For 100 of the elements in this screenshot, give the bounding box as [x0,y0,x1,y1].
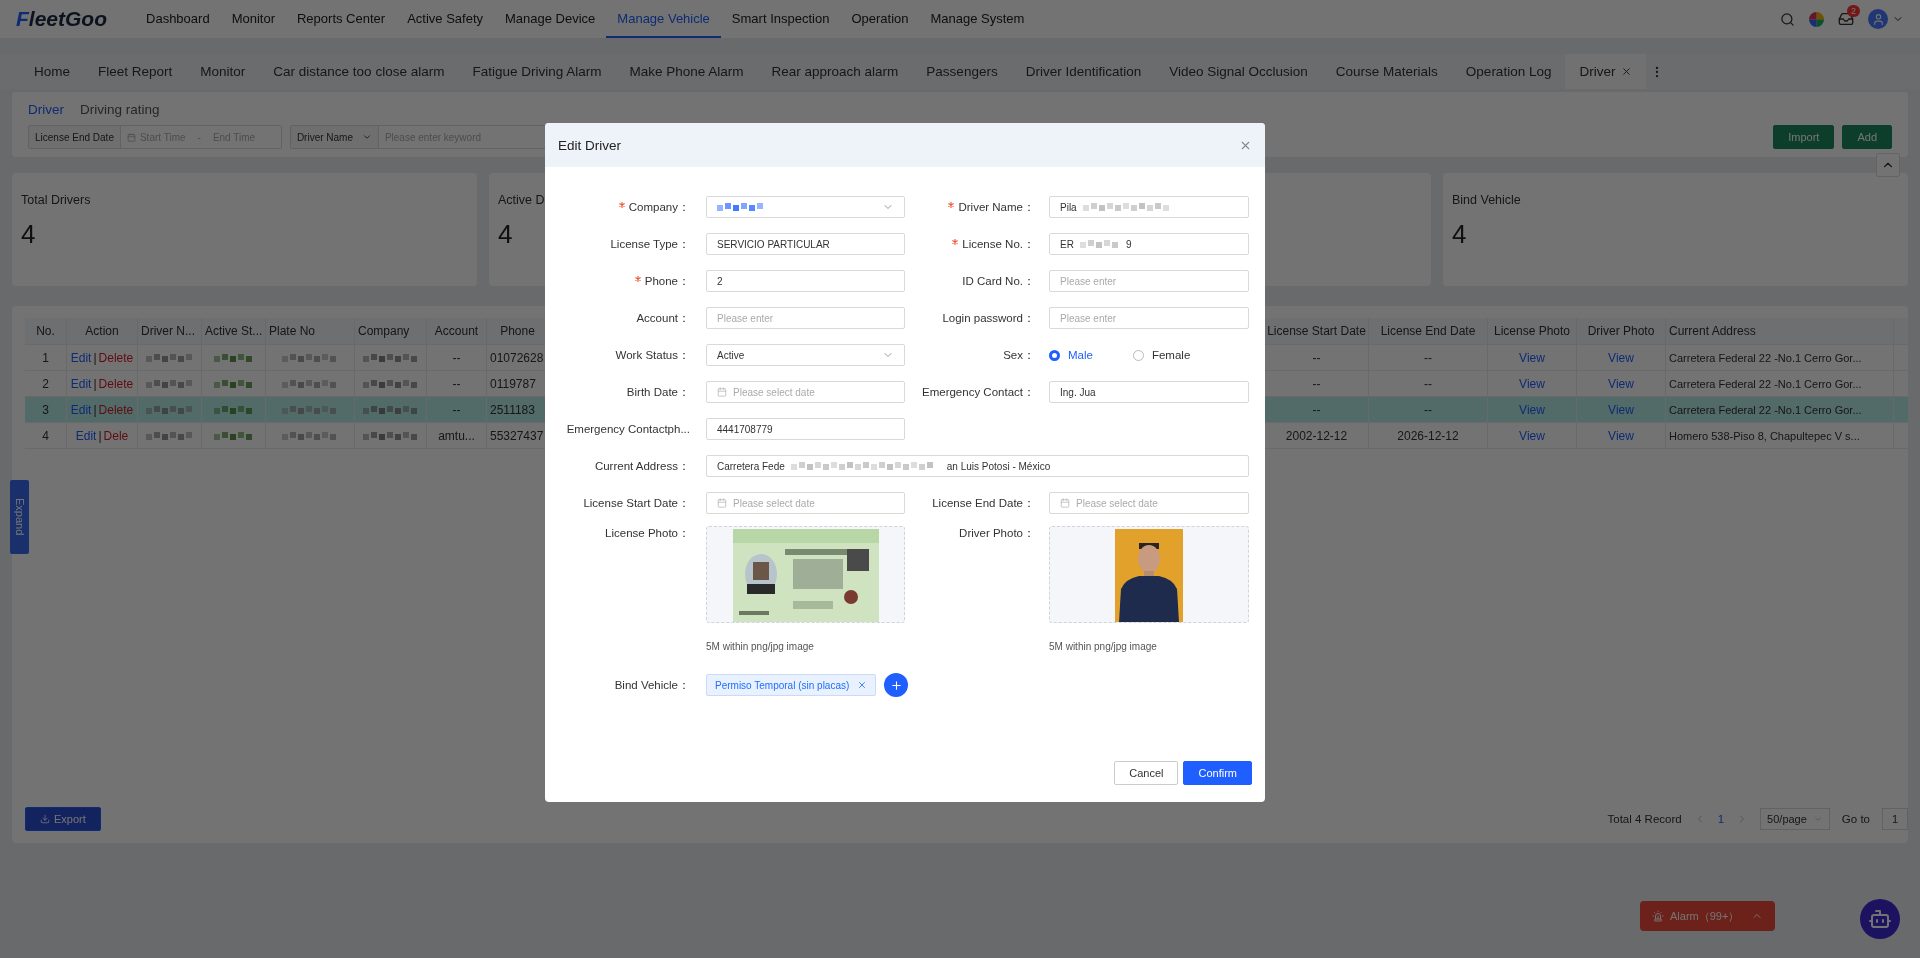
close-icon[interactable] [1621,66,1633,77]
field-label: License Start Date： [582,495,691,511]
view-link[interactable]: View [1519,376,1545,391]
calendar-icon [717,387,727,397]
menu-item[interactable]: Reports Center [286,0,397,38]
input-field[interactable]: SERVICIO PARTICULAR [706,233,905,255]
input-field[interactable]: 4441708779 [706,418,905,440]
menu-item[interactable]: Manage Vehicle [606,0,721,38]
menu-item[interactable]: Manage Device [494,0,607,38]
menu-item[interactable]: Dashboard [135,0,221,38]
page-tab[interactable]: Operation Log [1451,54,1566,89]
close-icon[interactable] [857,680,868,690]
expand-tab[interactable]: Expand [10,480,29,554]
input-field[interactable]: Please enter [1049,270,1249,292]
date-field[interactable]: Please select date [706,492,905,514]
menu-item[interactable]: Operation [840,0,920,38]
required-asterisk-icon [948,201,955,208]
table-cell: -- [1369,345,1488,370]
input-field[interactable]: Pila [1049,196,1249,218]
column-header: Driver Photo [1577,318,1666,344]
page-tab[interactable]: Rear approach alarm [757,54,913,89]
avatar[interactable] [1868,9,1888,29]
select-field[interactable] [706,196,905,218]
goto-input[interactable]: 1 [1882,808,1908,830]
field-label: Birth Date： [625,384,691,400]
page-tab[interactable]: Fleet Report [84,54,187,89]
delete-link[interactable]: Dele [103,428,129,443]
stat-value: 4 [498,219,513,250]
redaction-drawing [1079,239,1120,249]
input-field[interactable]: Please enter [1049,307,1249,329]
view-link[interactable]: View [1519,428,1545,443]
page-tab[interactable]: Monitor [186,54,260,89]
view-link[interactable]: View [1608,402,1634,417]
search-icon[interactable] [1780,11,1795,27]
table-cell: 1 [25,345,67,370]
page-tab[interactable]: Passengers [912,54,1012,89]
page-number[interactable]: 1 [1717,813,1725,825]
menu-item[interactable]: Manage System [919,0,1036,38]
photo-upload[interactable] [1049,526,1249,623]
delete-link[interactable]: Delete [98,376,134,391]
color-wheel-icon[interactable] [1809,11,1824,27]
sub-tab[interactable]: Driving rating [80,102,160,117]
delete-link[interactable]: Delete [98,350,134,365]
page-tab[interactable]: Course Materials [1321,54,1452,89]
input-field[interactable]: ER 9 [1049,233,1249,255]
action-button[interactable]: Add [1842,125,1892,149]
page-tab[interactable]: Make Phone Alarm [615,54,758,89]
page-tab[interactable]: Driver [1565,54,1647,89]
view-link[interactable]: View [1608,350,1634,365]
input-field[interactable]: Ing. Jua [1049,381,1249,403]
edit-link[interactable]: Edit [70,350,92,365]
input-field[interactable]: Carretera Fede an Luis Potosi - México [706,455,1249,477]
table-cell: 4 [25,423,67,448]
menu-item[interactable]: Monitor [220,0,286,38]
view-link[interactable]: View [1608,376,1634,391]
column-header: Plate No [266,318,355,344]
photo-upload[interactable] [706,526,905,623]
assistant-bot-icon[interactable] [1860,899,1900,939]
page-tab[interactable]: Home [20,54,84,89]
date-field[interactable]: Please select date [1049,492,1249,514]
field-label: Work Status： [614,347,691,363]
view-link[interactable]: View [1519,350,1545,365]
action-button[interactable]: Import [1773,125,1835,149]
page-tab[interactable]: Video Signal Occlusion [1155,54,1322,89]
page-size-select[interactable]: 50/page [1760,808,1830,830]
alarm-button[interactable]: Alarm（99+） [1640,901,1775,931]
link-separator: | [98,428,102,443]
confirm-button[interactable]: Confirm [1183,761,1252,785]
column-header: Account [427,318,487,344]
input-field[interactable]: Please enter [706,307,905,329]
field-label: Emergency Contactph... [565,423,691,435]
edit-link[interactable]: Edit [70,402,92,417]
upload-hint: 5M within png/jpg image [706,641,815,652]
page-tab[interactable]: Car distance too close alarm [259,54,459,89]
field-label: Company： [545,199,706,215]
radio-option[interactable]: Male [1049,349,1093,361]
logo[interactable]: FleetGoo [16,7,107,31]
field-label: Account： [635,310,691,326]
chevron-down-icon [361,132,372,142]
menu-item[interactable]: Smart Inspection [720,0,841,38]
edit-link[interactable]: Edit [70,376,92,391]
view-link[interactable]: View [1519,402,1545,417]
collapse-button[interactable] [1876,153,1900,177]
delete-link[interactable]: Delete [98,402,134,417]
date-field[interactable]: Please select date [706,381,905,403]
field-label: Login password： [941,310,1036,326]
radio-option[interactable]: Female [1132,349,1191,361]
edit-link[interactable]: Edit [75,428,97,443]
page-tab[interactable]: Fatigue Driving Alarm [458,54,616,89]
add-button[interactable] [884,673,909,697]
export-button[interactable]: Export [25,807,101,831]
table-cell: Carretera Federal 22 -No.1 Cerro Gor... [1666,397,1894,422]
select-field[interactable]: Active [706,344,905,366]
goto-label: Go to [1841,813,1870,825]
menu-item[interactable]: Active Safety [396,0,494,38]
cancel-button[interactable]: Cancel [1114,761,1179,785]
sub-tab[interactable]: Driver [28,102,64,117]
page-tab[interactable]: Driver Identification [1011,54,1156,89]
input-field[interactable]: 2 [706,270,905,292]
view-link[interactable]: View [1608,428,1634,443]
